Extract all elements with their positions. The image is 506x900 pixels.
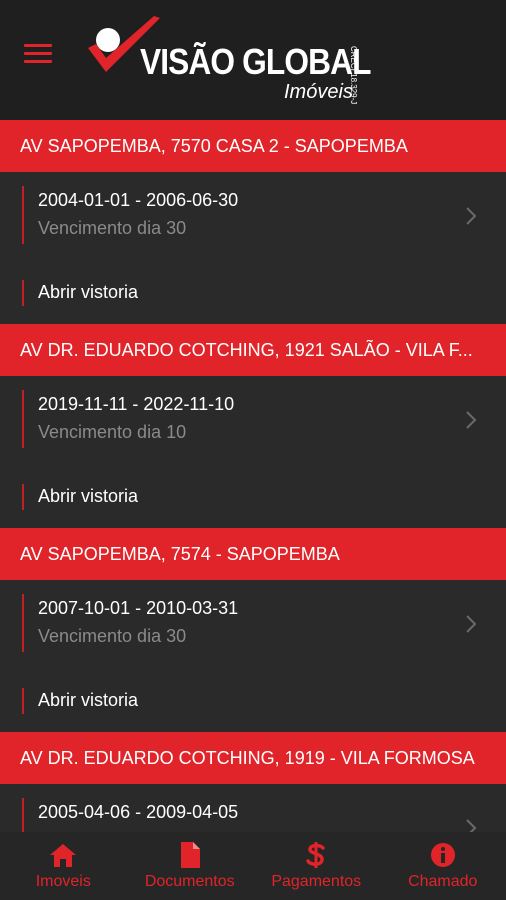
- tab-label: Chamado: [408, 873, 478, 890]
- due-day: Vencimento dia 10: [38, 422, 187, 442]
- row-accent-line: [22, 390, 24, 448]
- contract-period: 2007-10-01 - 2010-03-31: [38, 598, 239, 618]
- tab-pagamentos[interactable]: Pagamentos: [253, 832, 380, 900]
- property-address-header: AV SAPOPEMBA, 7574 - SAPOPEMBA: [0, 528, 506, 580]
- row-accent-line: [22, 484, 24, 510]
- open-inspection-button[interactable]: Abrir vistoria: [0, 466, 506, 528]
- chevron-right-icon: [466, 411, 477, 429]
- open-inspection-button[interactable]: Abrir vistoria: [0, 262, 506, 324]
- row-accent-line: [22, 798, 24, 832]
- property-address-header: AV DR. EDUARDO COTCHING, 1919 - VILA FOR…: [0, 732, 506, 784]
- tab-label: Imoveis: [35, 873, 91, 890]
- property-address: AV DR. EDUARDO COTCHING, 1919 - VILA FOR…: [20, 747, 475, 768]
- row-accent-line: [22, 594, 24, 652]
- property-address-header: AV DR. EDUARDO COTCHING, 1921 SALÃO - VI…: [0, 324, 506, 376]
- open-inspection-label: Abrir vistoria: [38, 690, 139, 710]
- document-icon: [175, 840, 205, 870]
- due-day: Vencimento dia 30: [38, 626, 187, 646]
- open-inspection-label: Abrir vistoria: [38, 486, 139, 506]
- row-accent-line: [22, 186, 24, 244]
- tab-documentos[interactable]: Documentos: [127, 832, 254, 900]
- due-day: Vencimento dia 30: [38, 218, 187, 238]
- property-address-header: AV SAPOPEMBA, 7570 CASA 2 - SAPOPEMBA: [0, 120, 506, 172]
- dollar-icon: [301, 840, 331, 870]
- property-list: AV SAPOPEMBA, 7570 CASA 2 - SAPOPEMBA 20…: [0, 120, 506, 832]
- contract-row[interactable]: 2019-11-11 - 2022-11-10 Vencimento dia 1…: [0, 376, 506, 466]
- chevron-right-icon: [466, 615, 477, 633]
- contract-period: 2005-04-06 - 2009-04-05: [38, 802, 239, 822]
- chevron-right-icon: [466, 207, 477, 225]
- open-inspection-button[interactable]: Abrir vistoria: [0, 670, 506, 732]
- tab-label: Pagamentos: [271, 873, 362, 890]
- property-address: AV SAPOPEMBA, 7570 CASA 2 - SAPOPEMBA: [20, 135, 408, 156]
- app-header: VISÃO GLOBAL Imóveis CRECI 18.329-J: [0, 0, 506, 120]
- property-address: AV DR. EDUARDO COTCHING, 1921 SALÃO - VI…: [20, 339, 473, 360]
- brand-registration: CRECI 18.329-J: [349, 46, 358, 105]
- contract-period: 2019-11-11 - 2022-11-10: [38, 394, 235, 414]
- contract-row[interactable]: 2004-01-01 - 2006-06-30 Vencimento dia 3…: [0, 172, 506, 262]
- row-accent-line: [22, 688, 24, 714]
- open-inspection-label: Abrir vistoria: [38, 282, 139, 302]
- tab-chamado[interactable]: Chamado: [380, 832, 506, 900]
- brand-logo: VISÃO GLOBAL Imóveis CRECI 18.329-J: [84, 14, 394, 106]
- brand-subtitle: Imóveis: [284, 81, 353, 103]
- contract-row[interactable]: 2005-04-06 - 2009-04-05: [0, 784, 506, 832]
- tab-label: Documentos: [144, 873, 235, 890]
- brand-title: VISÃO GLOBAL: [140, 41, 371, 82]
- tab-imoveis[interactable]: Imoveis: [0, 832, 127, 900]
- home-icon: [48, 840, 78, 870]
- contract-period: 2004-01-01 - 2006-06-30: [38, 190, 239, 210]
- menu-icon[interactable]: [24, 44, 52, 66]
- chevron-right-icon: [466, 819, 477, 832]
- bottom-tab-bar: Imoveis Documentos Pagamentos Chamado: [0, 832, 506, 900]
- row-accent-line: [22, 280, 24, 306]
- contract-row[interactable]: 2007-10-01 - 2010-03-31 Vencimento dia 3…: [0, 580, 506, 670]
- info-icon: [428, 840, 458, 870]
- property-address: AV SAPOPEMBA, 7574 - SAPOPEMBA: [20, 543, 340, 564]
